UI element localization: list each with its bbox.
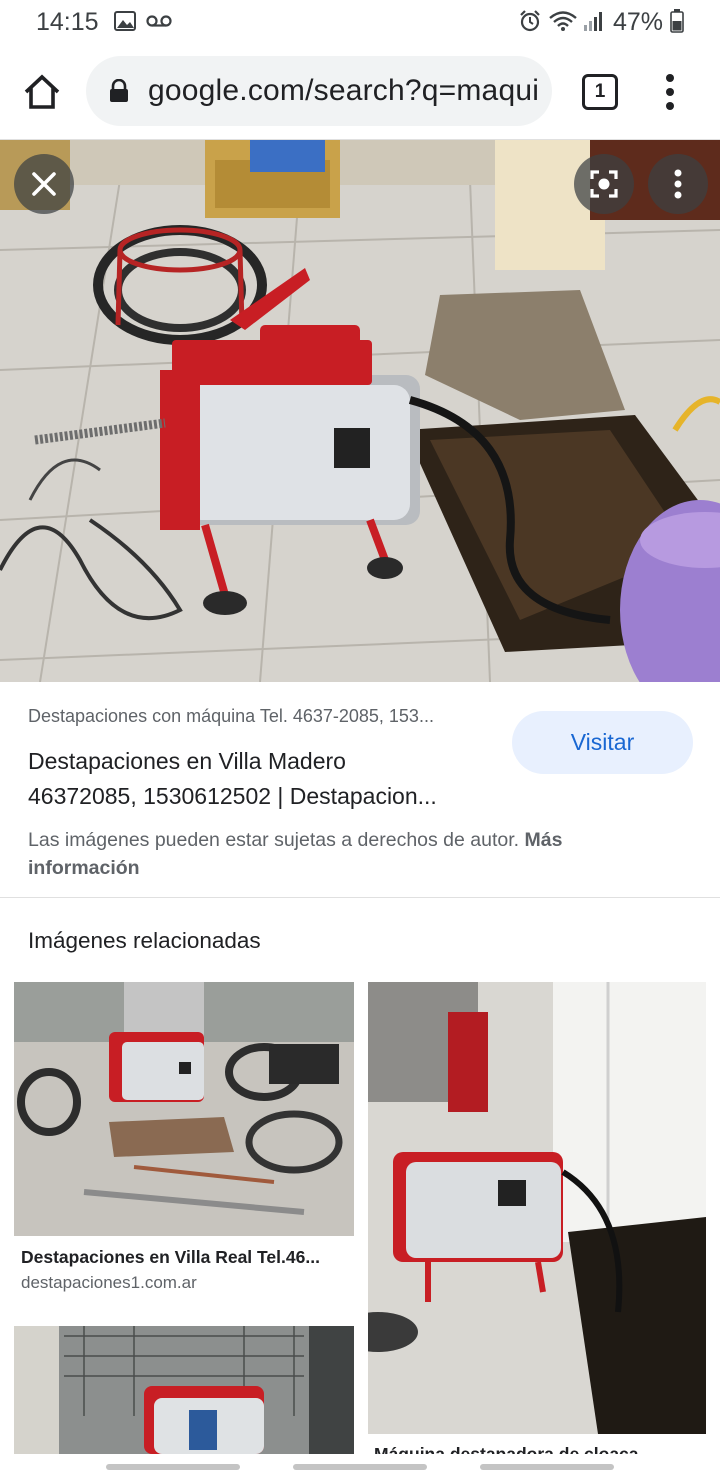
- more-vert-icon: [674, 169, 682, 199]
- nav-home-button[interactable]: [293, 1464, 427, 1470]
- status-time: 14:15: [36, 8, 99, 36]
- related-image-1[interactable]: [14, 982, 354, 1236]
- address-bar[interactable]: google.com/search?q=maquina: [86, 56, 552, 126]
- lens-icon: [590, 170, 618, 198]
- url-text[interactable]: google.com/search?q=maquina: [148, 74, 540, 108]
- related-photo-2: [368, 982, 706, 1434]
- related-heading: Imágenes relacionadas: [28, 928, 261, 953]
- section-divider: [0, 897, 720, 898]
- lens-button[interactable]: [574, 154, 634, 214]
- nav-back-button[interactable]: [480, 1464, 614, 1470]
- result-image[interactable]: [0, 140, 720, 682]
- battery-percent: 47%: [613, 8, 664, 36]
- result-title[interactable]: Destapaciones en Villa Madero 46372085, …: [28, 744, 498, 814]
- close-button[interactable]: [14, 154, 74, 214]
- close-icon: [32, 172, 56, 196]
- battery-icon: [670, 9, 684, 33]
- image-icon: [114, 11, 136, 31]
- alarm-icon: [520, 10, 540, 32]
- copyright-notice: Las imágenes pueden estar sujetas a dere…: [28, 826, 678, 882]
- visit-button[interactable]: Visitar: [512, 711, 693, 774]
- image-options-button[interactable]: [648, 154, 708, 214]
- related-title-1[interactable]: Destapaciones en Villa Real Tel.46...: [21, 1247, 320, 1268]
- more-options-icon[interactable]: [656, 72, 684, 112]
- nav-recents-button[interactable]: [106, 1464, 240, 1470]
- related-image-3[interactable]: [14, 1326, 354, 1454]
- status-bar: 14:15 47%: [0, 0, 720, 44]
- result-title-line1: Destapaciones en Villa Madero: [28, 748, 346, 774]
- system-nav-bar: [0, 1454, 720, 1480]
- related-domain-1[interactable]: destapaciones1.com.ar: [21, 1273, 197, 1293]
- result-source[interactable]: Destapaciones con máquina Tel. 4637-2085…: [28, 706, 434, 727]
- wifi-icon: [549, 11, 577, 31]
- home-icon[interactable]: [20, 70, 64, 114]
- related-photo-1: [14, 982, 354, 1236]
- result-title-line2: 46372085, 1530612502 | Destapacion...: [28, 783, 437, 809]
- related-photo-3: [14, 1326, 354, 1454]
- tab-switcher-button[interactable]: 1: [582, 74, 618, 110]
- browser-toolbar: google.com/search?q=maquina 1: [0, 44, 720, 140]
- signal-icon: [584, 12, 602, 31]
- sewer-machine-photo: [0, 140, 720, 682]
- lock-icon: [110, 79, 128, 102]
- copyright-text: Las imágenes pueden estar sujetas a dere…: [28, 829, 520, 851]
- related-image-2[interactable]: [368, 982, 706, 1434]
- voicemail-icon: [146, 15, 172, 27]
